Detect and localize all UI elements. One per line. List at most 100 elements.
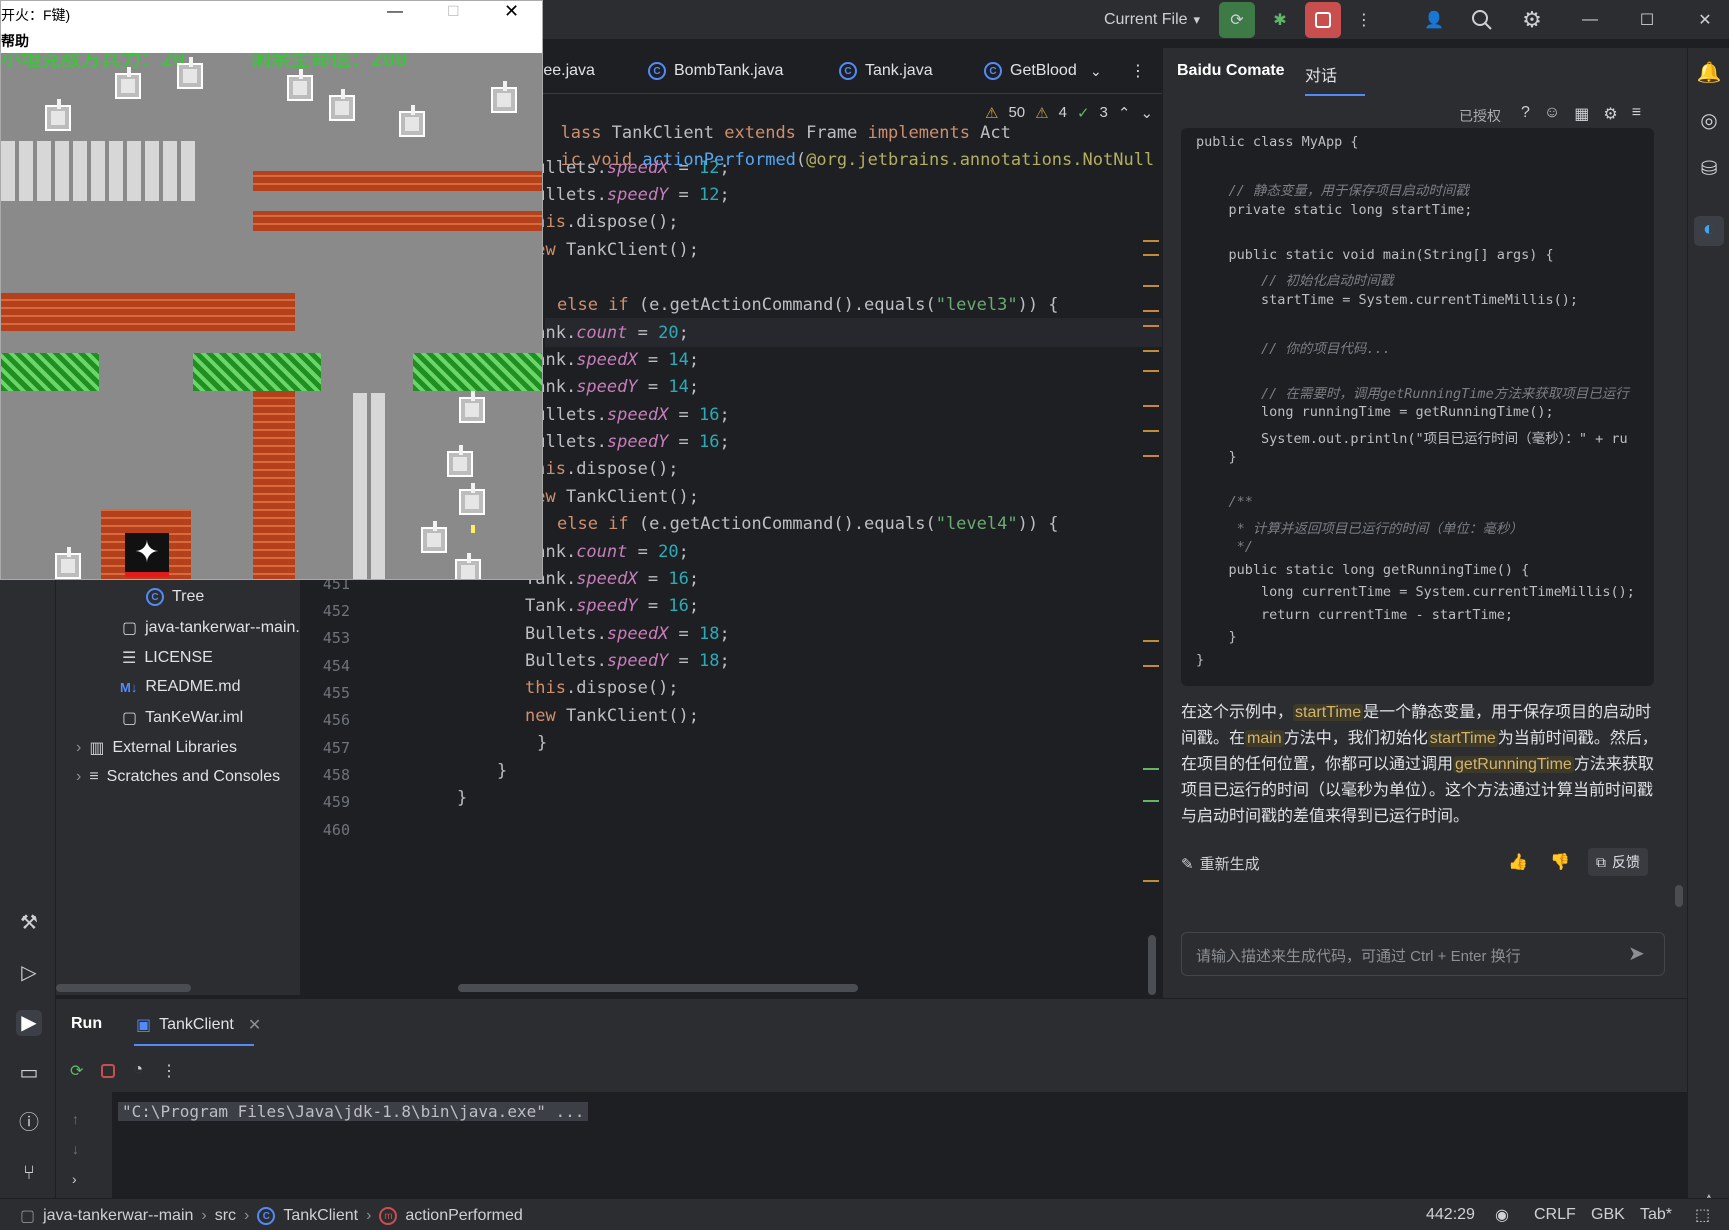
caret-position[interactable]: 442:29	[1426, 1206, 1475, 1224]
tree-item-external-libraries[interactable]: › ▥ External Libraries	[76, 738, 237, 758]
scratches-icon: ≡	[89, 768, 99, 785]
more-actions-button[interactable]: ⋮	[1352, 2, 1376, 38]
authorized-label: 已授权	[1459, 108, 1501, 124]
breadcrumb-item[interactable]: src	[215, 1207, 236, 1225]
breadcrumb-item[interactable]: actionPerformed	[405, 1207, 522, 1225]
settings-button[interactable]: ⚙	[1515, 2, 1549, 38]
thumbs-down-icon: 👎	[1550, 854, 1570, 871]
rerun-icon[interactable]: ⟳	[70, 1061, 83, 1081]
regenerate-button[interactable]: ✎ 重新生成	[1181, 853, 1260, 874]
gauge-icon[interactable]: ◔	[133, 1061, 143, 1081]
tab-list-button[interactable]: ⌄	[1090, 48, 1102, 94]
error-stripe[interactable]	[1143, 240, 1159, 890]
enemy-tank-icon	[455, 553, 481, 579]
tab-getblood-java[interactable]: C GetBlood	[984, 48, 1077, 94]
lock-icon[interactable]: ⬚	[1695, 1205, 1710, 1225]
breadcrumb-item[interactable]: java-tankerwar--main	[43, 1207, 193, 1225]
add-user-button[interactable]: 👤	[1417, 2, 1451, 38]
tree-horizontal-scrollbar[interactable]	[56, 984, 191, 992]
indent-setting[interactable]: Tab*	[1640, 1206, 1672, 1224]
run-panel-title: Run	[71, 1015, 103, 1032]
comate-icon[interactable]: ◐	[1694, 216, 1724, 246]
debug-button[interactable]: ✱	[1262, 2, 1298, 38]
arrow-down-icon[interactable]: ↓	[72, 1141, 79, 1157]
maximize-button[interactable]: ☐	[1632, 2, 1662, 38]
user-chat-icon[interactable]: ☺	[1544, 104, 1560, 124]
brick-wall	[253, 211, 542, 231]
more-vertical-icon[interactable]: ⋮	[161, 1061, 177, 1081]
editor-vertical-scrollbar[interactable]	[1148, 935, 1156, 995]
tab-tank-java[interactable]: C Tank.java	[839, 48, 933, 94]
layout-icon[interactable]: ▦	[1574, 104, 1589, 124]
stop-icon[interactable]	[101, 1064, 116, 1078]
vcs-icon[interactable]: ◉	[1495, 1205, 1509, 1225]
game-window: 开火：F键) — ☐ ✕ 帮助 小坦克敌方兵力：20 剩余生命值：200 ✦	[0, 0, 543, 580]
tab-label: ree.java	[538, 62, 595, 79]
menu-icon[interactable]: ≡	[1632, 104, 1641, 124]
panel-scrollbar[interactable]	[1675, 885, 1683, 907]
file-encoding[interactable]: GBK	[1591, 1206, 1625, 1224]
maximize-icon[interactable]: ☐	[447, 3, 460, 20]
menu-help[interactable]: 帮助	[1, 31, 29, 51]
tree-item-readme[interactable]: M↓ README.md	[120, 678, 240, 696]
tree-item-iml-file[interactable]: ▢ java-tankerwar--main.	[122, 618, 300, 638]
code-line: Bullets.speedX = 18;	[525, 624, 730, 644]
tree-item-tree[interactable]: C Tree	[146, 588, 204, 606]
close-icon[interactable]: ✕	[504, 1, 519, 22]
tab-tankclient[interactable]: ▣ TankClient ✕	[136, 1011, 261, 1039]
run-tool-icon[interactable]: ▶	[16, 1010, 42, 1036]
code-line: Tank.speedX = 14;	[525, 350, 700, 370]
minimize-button[interactable]: —	[1575, 2, 1605, 38]
tree-item-license[interactable]: ☰ LICENSE	[122, 648, 213, 668]
database-icon[interactable]: ⛁	[1696, 156, 1722, 182]
line-ending[interactable]: CRLF	[1534, 1206, 1576, 1224]
generated-code-line: System.out.println("项目已运行时间（毫秒）：" + ru	[1196, 430, 1628, 447]
weak-warning-icon: ⚠	[1035, 105, 1049, 122]
close-window-button[interactable]: ✕	[1690, 2, 1720, 38]
feedback-button[interactable]: ⧉ 反馈	[1588, 848, 1648, 876]
gear-icon[interactable]: ⚙	[1603, 104, 1617, 124]
code-line: Bullets.speedY = 18;	[525, 651, 730, 671]
chevron-right-icon[interactable]: ›	[72, 1171, 79, 1187]
tree-item-scratches[interactable]: › ≡ Scratches and Consoles	[76, 768, 280, 786]
send-icon[interactable]: ➤	[1628, 941, 1645, 966]
stop-button[interactable]	[1305, 2, 1341, 38]
prompt-input[interactable]: 请输入描述来生成代码，可通过 Ctrl + Enter 换行 ➤	[1181, 932, 1665, 976]
game-window-title: 开火：F键)	[1, 7, 71, 23]
minimize-icon[interactable]: —	[387, 3, 403, 21]
chevron-down-icon[interactable]: ⌄	[1140, 104, 1153, 122]
chevron-up-icon[interactable]: ⌃	[1118, 104, 1131, 122]
class-icon: C	[839, 62, 857, 80]
tab-chat[interactable]: 对话	[1305, 62, 1337, 86]
git-icon[interactable]: ⑂	[16, 1160, 42, 1186]
game-field[interactable]: 小坦克敌方兵力：20 剩余生命值：200 ✦	[1, 53, 542, 579]
method-icon: m	[379, 1207, 398, 1225]
services-icon[interactable]: ▷	[16, 960, 42, 986]
search-button[interactable]	[1465, 2, 1499, 38]
code-line: this.dispose();	[525, 459, 679, 479]
breadcrumb-item[interactable]: TankClient	[283, 1207, 358, 1225]
terminal-icon[interactable]: ▭	[16, 1060, 42, 1086]
arrow-up-icon[interactable]: ↑	[72, 1111, 79, 1127]
tab-tree-java[interactable]: ree.java	[538, 48, 595, 94]
wand-icon: ✎	[1181, 855, 1194, 873]
thumbs-down-button[interactable]: 👎	[1550, 852, 1570, 872]
more-vertical-icon: ⋮	[1130, 63, 1146, 80]
problems-icon[interactable]: ⓘ	[16, 1110, 42, 1136]
thumbs-up-button[interactable]: 👍	[1508, 852, 1528, 872]
console-output[interactable]: "C:\Program Files\Java\jdk-1.8\bin\java.…	[112, 1092, 1687, 1198]
build-hammer-icon[interactable]: ⚒	[16, 910, 42, 936]
notifications-icon[interactable]: 🔔	[1696, 60, 1722, 86]
inspection-widget[interactable]: ⚠ 50 ⚠ 4 ✓ 3 ⌃ ⌄	[985, 104, 1153, 122]
editor-horizontal-scrollbar[interactable]	[458, 984, 858, 992]
tab-bombtank-java[interactable]: C BombTank.java	[648, 48, 783, 94]
tab-more-button[interactable]: ⋮	[1130, 48, 1146, 94]
player-tank-icon	[55, 547, 81, 579]
help-icon[interactable]: ?	[1521, 104, 1530, 124]
run-config-selector[interactable]: Current File ▾	[1098, 2, 1206, 38]
rerun-button[interactable]: ⟳	[1219, 2, 1255, 38]
tree-item-tankewar-iml[interactable]: ▢ TanKeWar.iml	[122, 708, 243, 728]
ai-assistant-icon[interactable]: ◎	[1696, 108, 1722, 134]
chevron-down-icon: ▾	[1193, 12, 1201, 27]
close-icon[interactable]: ✕	[248, 1015, 261, 1035]
